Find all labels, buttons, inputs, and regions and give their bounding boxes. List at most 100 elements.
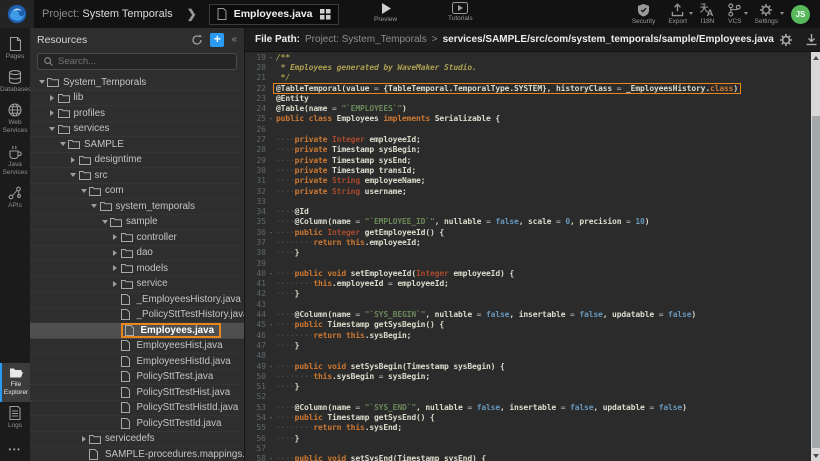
preview-button[interactable]: Preview bbox=[374, 2, 397, 23]
tree-row[interactable]: lib bbox=[30, 91, 244, 107]
tree-row[interactable]: EmployeesHist.java bbox=[30, 339, 244, 355]
tree-row[interactable]: src bbox=[30, 168, 244, 184]
code-line: 54-····public Timestamp getSysEnd() { bbox=[245, 412, 811, 422]
tree-row[interactable]: _EmployeesHistory.java bbox=[30, 292, 244, 308]
caret-down-icon[interactable] bbox=[89, 204, 100, 208]
caret-right-icon[interactable] bbox=[110, 234, 121, 240]
tree-item-label: src bbox=[95, 170, 108, 181]
caret-down-icon[interactable] bbox=[57, 142, 68, 146]
tree-row[interactable]: System_Temporals bbox=[30, 75, 244, 91]
sidebar-item-web-services[interactable]: Web Services bbox=[0, 99, 30, 140]
tree-row[interactable]: PolicySttTestHist.java bbox=[30, 385, 244, 401]
caret-right-icon[interactable] bbox=[78, 436, 89, 442]
caret-down-icon[interactable] bbox=[78, 189, 89, 193]
fold-marker-icon[interactable]: - bbox=[266, 53, 276, 62]
chevron-down-icon bbox=[689, 12, 693, 15]
sidebar-item-apis[interactable]: APIs bbox=[0, 182, 30, 215]
code-editor: File Path: Project: System_Temporals > s… bbox=[245, 28, 820, 461]
caret-right-icon[interactable] bbox=[68, 157, 79, 163]
tree-row[interactable]: SAMPLE bbox=[30, 137, 244, 153]
line-number: 57 bbox=[245, 444, 266, 453]
tree-row[interactable]: Employees.java bbox=[30, 323, 244, 339]
tree-item-label: PolicySttTestHist.java bbox=[137, 387, 231, 398]
tree-row[interactable]: EmployeesHistId.java bbox=[30, 354, 244, 370]
caret-down-icon[interactable] bbox=[36, 80, 47, 84]
caret-right-icon[interactable] bbox=[47, 95, 58, 101]
resource-tree: System_TemporalslibprofilesservicesSAMPL… bbox=[30, 75, 244, 461]
tree-row[interactable]: sample bbox=[30, 215, 244, 231]
tree-row[interactable]: designtime bbox=[30, 153, 244, 169]
tree-row[interactable]: profiles bbox=[30, 106, 244, 122]
tutorials-button[interactable]: Tutorials bbox=[448, 2, 473, 22]
caret-down-icon[interactable] bbox=[99, 220, 110, 224]
sidebar-item-databases[interactable]: Databases bbox=[0, 66, 30, 99]
wavemaker-logo[interactable] bbox=[0, 0, 34, 28]
search-input[interactable] bbox=[58, 56, 230, 67]
caret-right-icon[interactable] bbox=[110, 265, 121, 271]
tree-row[interactable]: com bbox=[30, 184, 244, 200]
tree-row[interactable]: models bbox=[30, 261, 244, 277]
fold-marker-icon[interactable]: - bbox=[266, 228, 276, 237]
tree-row[interactable]: services bbox=[30, 122, 244, 138]
search-box[interactable] bbox=[37, 53, 237, 70]
scroll-down-arrow-icon[interactable] bbox=[811, 450, 820, 461]
tree-row[interactable]: dao bbox=[30, 246, 244, 262]
vcs-button[interactable]: VCS bbox=[728, 3, 741, 25]
code-line: 20 * Employees generated by WaveMaker St… bbox=[245, 62, 811, 72]
download-file-button[interactable] bbox=[805, 33, 818, 46]
refresh-icon[interactable] bbox=[191, 34, 203, 46]
topbar-utilities: Security Export 大 A I18N bbox=[632, 0, 810, 28]
sidebar-item-file-explorer[interactable]: File Explorer bbox=[0, 363, 30, 402]
caret-down-icon[interactable] bbox=[47, 127, 58, 131]
export-button[interactable]: Export bbox=[668, 3, 687, 25]
sidebar-item-logs[interactable]: Logs bbox=[0, 402, 30, 435]
code-line: 39 bbox=[245, 258, 811, 268]
scroll-up-arrow-icon[interactable] bbox=[811, 52, 820, 63]
caret-right-icon[interactable] bbox=[47, 110, 58, 116]
grid-icon[interactable] bbox=[320, 9, 331, 20]
collapse-panel-button[interactable]: « bbox=[231, 34, 237, 45]
sidebar-item-pages[interactable]: Pages bbox=[0, 33, 30, 66]
code-line: 21 */ bbox=[245, 73, 811, 83]
more-options-button[interactable]: ••• bbox=[0, 435, 30, 461]
tree-row[interactable]: controller bbox=[30, 230, 244, 246]
file-settings-button[interactable] bbox=[779, 33, 793, 47]
apis-label: APIs bbox=[0, 202, 30, 210]
coffee-icon bbox=[8, 145, 22, 159]
tree-row[interactable]: servicedefs bbox=[30, 432, 244, 448]
editor-scrollbar[interactable] bbox=[811, 52, 820, 461]
scrollbar-thumb[interactable] bbox=[812, 116, 820, 448]
settings-button[interactable]: Settings bbox=[755, 3, 779, 25]
code-text: ····private String employeeName; bbox=[276, 176, 811, 185]
sidebar-item-java-services[interactable]: Java Services bbox=[0, 141, 30, 182]
user-avatar[interactable]: JS bbox=[791, 5, 810, 24]
line-number: 38 bbox=[245, 248, 266, 257]
security-button[interactable]: Security bbox=[632, 3, 655, 25]
fold-marker-icon[interactable]: - bbox=[266, 269, 276, 278]
i18n-button[interactable]: 大 A I18N bbox=[700, 3, 715, 25]
tree-row[interactable]: system_temporals bbox=[30, 199, 244, 215]
fold-marker-icon[interactable]: - bbox=[266, 413, 276, 422]
tree-item-label: profiles bbox=[74, 108, 106, 119]
code-text: ········this.sysBegin = sysBegin; bbox=[276, 372, 811, 381]
fold-marker-icon[interactable]: - bbox=[266, 320, 276, 329]
fold-marker-icon[interactable]: - bbox=[266, 114, 276, 123]
fold-marker-icon[interactable]: - bbox=[266, 454, 276, 461]
breadcrumb-chevron-icon: ❯ bbox=[187, 7, 197, 21]
caret-down-icon[interactable] bbox=[68, 173, 79, 177]
caret-right-icon[interactable] bbox=[110, 281, 121, 287]
folder-icon bbox=[79, 155, 91, 165]
tree-row[interactable]: _PolicySttTestHistory.java bbox=[30, 308, 244, 324]
fold-marker-icon[interactable]: - bbox=[266, 362, 276, 371]
code-area[interactable]: 19-/**20 * Employees generated by WaveMa… bbox=[245, 52, 811, 461]
tree-row[interactable]: service bbox=[30, 277, 244, 293]
add-resource-button[interactable]: + bbox=[210, 33, 224, 47]
tree-row[interactable]: PolicySttTestId.java bbox=[30, 416, 244, 432]
caret-right-icon[interactable] bbox=[110, 250, 121, 256]
line-number: 46 bbox=[245, 331, 266, 340]
tree-row[interactable]: PolicySttTestHistId.java bbox=[30, 401, 244, 417]
tree-row[interactable]: SAMPLE-procedures.mappings.json bbox=[30, 447, 244, 461]
file-icon bbox=[121, 309, 130, 320]
tree-row[interactable]: PolicySttTest.java bbox=[30, 370, 244, 386]
open-file-tab[interactable]: Employees.java bbox=[209, 4, 339, 25]
